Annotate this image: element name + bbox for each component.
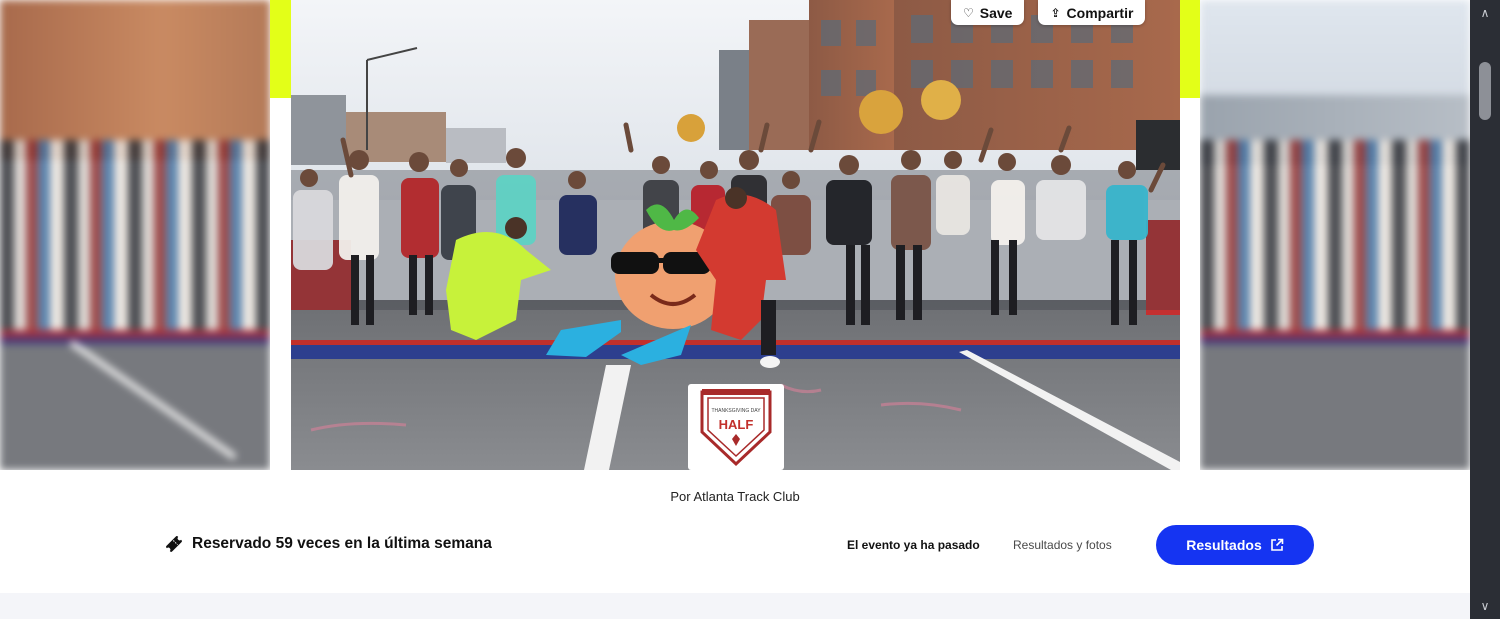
- results-button-label: Resultados: [1186, 537, 1262, 553]
- accent-bar-right: [1180, 0, 1200, 98]
- event-hero: ♡ Save ⇪ Compartir THANKSGIVING DAY HALF: [0, 0, 1470, 470]
- next-section-band: [0, 593, 1470, 619]
- scroll-up-arrow-icon[interactable]: ∧: [1470, 4, 1500, 22]
- external-link-icon: [1270, 538, 1284, 552]
- results-photos-link[interactable]: Resultados y fotos: [1013, 538, 1112, 552]
- event-page: ♡ Save ⇪ Compartir THANKSGIVING DAY HALF…: [0, 0, 1470, 619]
- share-icon: ⇪: [1050, 5, 1061, 20]
- photo-actions: ♡ Save ⇪ Compartir: [951, 0, 1146, 25]
- ticket-icon: [165, 535, 183, 553]
- scroll-thumb[interactable]: [1479, 62, 1491, 120]
- hero-blurred-left: [0, 0, 270, 470]
- badge-label: HALF: [719, 417, 754, 432]
- accent-bar-left: [270, 0, 291, 98]
- scroll-down-arrow-icon[interactable]: ∨: [1470, 597, 1500, 615]
- heart-icon: ♡: [963, 5, 974, 20]
- results-button[interactable]: Resultados: [1156, 525, 1314, 565]
- event-status: El evento ya ha pasado: [847, 538, 980, 552]
- svg-text:THANKSGIVING DAY: THANKSGIVING DAY: [711, 408, 761, 414]
- hero-blurred-right: [1200, 0, 1470, 470]
- save-label: Save: [979, 4, 1013, 21]
- booking-text: Reservado 59 veces en la última semana: [192, 535, 492, 552]
- booking-info: Reservado 59 veces en la última semana: [165, 535, 492, 553]
- save-button[interactable]: ♡ Save: [951, 0, 1025, 25]
- organizer-line: Por Atlanta Track Club: [0, 489, 1470, 504]
- event-logo-badge: THANKSGIVING DAY HALF: [688, 384, 784, 470]
- share-label: Compartir: [1066, 4, 1134, 21]
- organizer-text: Por Atlanta Track Club: [670, 489, 800, 504]
- vertical-scrollbar[interactable]: ∧ ∨: [1470, 0, 1500, 619]
- share-button[interactable]: ⇪ Compartir: [1038, 0, 1146, 25]
